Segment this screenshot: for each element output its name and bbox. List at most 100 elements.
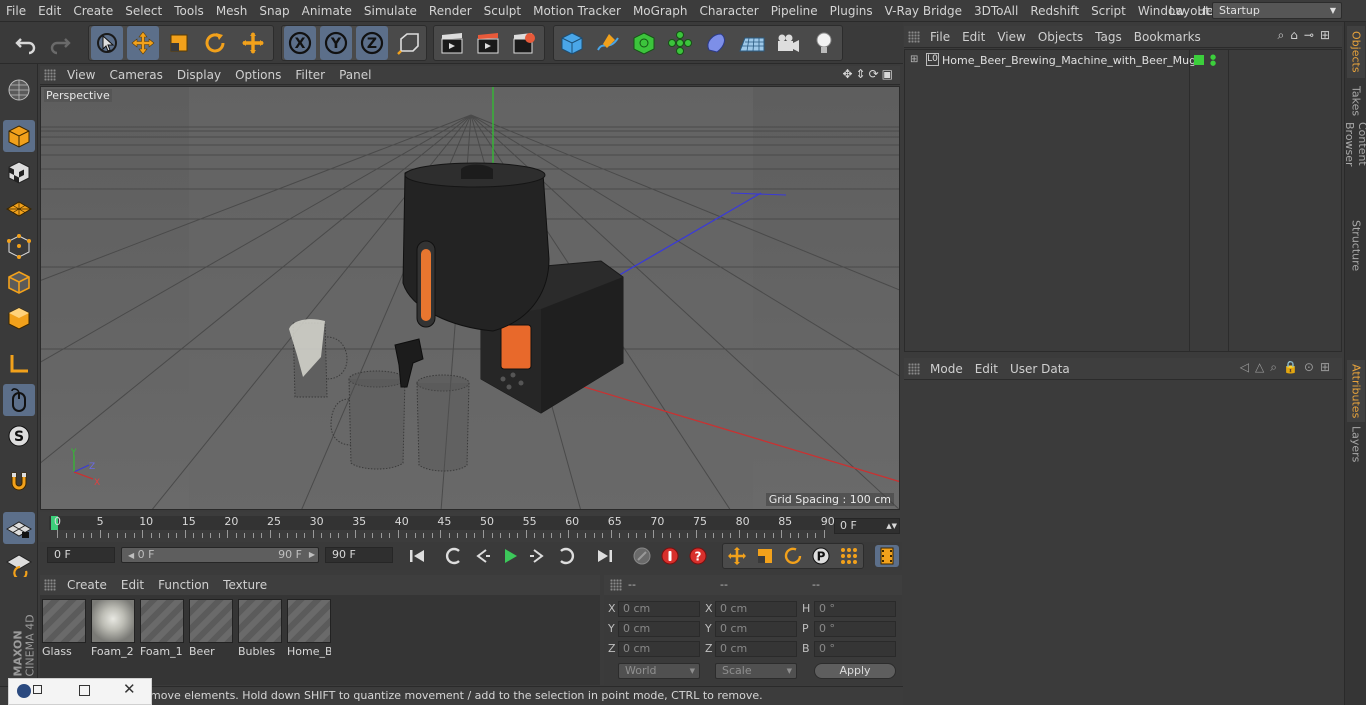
tab-layers[interactable]: Layers [1347,424,1365,464]
material-glass[interactable]: Glass [42,599,86,658]
key-rotation-button[interactable] [781,545,805,567]
tab-attributes[interactable]: Attributes [1347,360,1365,422]
object-manager-nav-icons[interactable]: ⌕⌂⊸⊞ [1278,28,1336,43]
attribute-menu-mode[interactable]: Mode [924,362,969,376]
camera-button[interactable] [772,26,804,60]
material-menu-function[interactable]: Function [151,578,216,592]
end-frame-field[interactable]: 90 F [325,547,393,563]
object-menu-file[interactable]: File [924,30,956,44]
workplane-button[interactable] [3,192,35,224]
floor-button[interactable] [736,26,768,60]
recent-tool-button[interactable] [237,26,269,60]
axis-mode-button[interactable] [3,348,35,380]
scale-mode-select[interactable]: Scale ▼ [715,663,797,679]
menu-snap[interactable]: Snap [253,0,295,22]
menu-animate[interactable]: Animate [296,0,358,22]
attribute-menu-edit[interactable]: Edit [969,362,1004,376]
previous-key-button[interactable] [442,545,466,567]
start-frame-field[interactable]: 0 F [47,547,115,563]
redo-button[interactable] [44,26,76,60]
polygons-mode-button[interactable] [3,302,35,334]
menu-script[interactable]: Script [1085,0,1132,22]
menu-pipeline[interactable]: Pipeline [765,0,824,22]
go-to-end-button[interactable] [593,545,617,567]
menu-simulate[interactable]: Simulate [358,0,423,22]
apply-button[interactable]: Apply [814,663,896,679]
pos-x-field[interactable]: 0 cm [618,601,700,617]
go-to-start-button[interactable] [405,545,429,567]
object-menu-bookmarks[interactable]: Bookmarks [1128,30,1207,44]
render-to-picture-viewer-button[interactable] [472,26,504,60]
menu-character[interactable]: Character [693,0,764,22]
model-mode-button[interactable] [3,120,35,152]
restore-icon[interactable] [33,685,42,694]
tab-objects[interactable]: Objects [1347,26,1365,78]
attribute-nav-icons[interactable]: ◁△⌕🔒⊙⊞ [1240,360,1336,375]
subdivision-surface-button[interactable] [628,26,660,60]
menu-vray-bridge[interactable]: V-Ray Bridge [879,0,968,22]
pos-y-field[interactable]: 0 cm [618,621,700,637]
record-active-button[interactable] [658,545,682,567]
menu-mesh[interactable]: Mesh [210,0,254,22]
menu-select[interactable]: Select [119,0,168,22]
coordinate-space-select[interactable]: World ▼ [618,663,700,679]
viewport-menu-options[interactable]: Options [228,68,288,82]
texture-mode-button[interactable] [3,156,35,188]
next-key-button[interactable] [554,545,578,567]
size-x-field[interactable]: 0 cm [715,601,797,617]
menu-sculpt[interactable]: Sculpt [478,0,527,22]
viewport-menu-filter[interactable]: Filter [288,68,332,82]
auto-key-button[interactable]: ? [686,545,710,567]
y-axis-lock-button[interactable]: Y [320,26,352,60]
previous-frame-button[interactable] [470,545,494,567]
rot-h-field[interactable]: 0 ° [814,601,896,617]
coordinate-system-button[interactable] [393,26,425,60]
object-menu-view[interactable]: View [991,30,1031,44]
menu-file[interactable]: File [0,0,32,22]
enable-snap-button[interactable] [3,466,35,498]
tab-structure[interactable]: Structure [1347,218,1365,274]
edges-mode-button[interactable] [3,266,35,298]
layout-select[interactable]: Startup ▼ [1212,2,1342,19]
spline-pen-button[interactable] [592,26,624,60]
viewport-menu-panel[interactable]: Panel [332,68,378,82]
rot-b-field[interactable]: 0 ° [814,641,896,657]
material-home-b[interactable]: Home_B [287,599,331,658]
menu-motion-tracker[interactable]: Motion Tracker [527,0,627,22]
layer-color-icon[interactable] [1194,55,1204,65]
move-tool-button[interactable] [127,26,159,60]
timeline-window-button[interactable] [875,545,899,567]
menu-edit[interactable]: Edit [32,0,67,22]
size-y-field[interactable]: 0 cm [715,621,797,637]
menu-3dtoall[interactable]: 3DToAll [968,0,1024,22]
menu-create[interactable]: Create [67,0,119,22]
deformer-button[interactable] [700,26,732,60]
render-view-button[interactable] [436,26,468,60]
cloner-button[interactable] [664,26,696,60]
motion-record-button[interactable] [630,545,654,567]
snap-button[interactable]: S [3,420,35,452]
pos-z-field[interactable]: 0 cm [618,641,700,657]
live-select-button[interactable] [91,26,123,60]
expand-icon[interactable]: ⊞ [910,54,918,65]
key-position-button[interactable] [725,545,749,567]
locked-workplane-button[interactable] [3,548,35,580]
scale-tool-button[interactable] [163,26,195,60]
material-menu-edit[interactable]: Edit [114,578,151,592]
object-menu-edit[interactable]: Edit [956,30,991,44]
play-button[interactable] [498,545,522,567]
maximize-icon[interactable] [79,685,90,696]
object-row[interactable]: ⊞ L0 Home_Beer_Brewing_Machine_with_Beer… [905,51,1341,71]
tweak-mode-button[interactable] [3,384,35,416]
attribute-menu-user-data[interactable]: User Data [1004,362,1076,376]
menu-mograph[interactable]: MoGraph [627,0,694,22]
points-mode-button[interactable] [3,230,35,262]
material-foam-2[interactable]: Foam_2 [91,599,135,658]
key-scale-button[interactable] [753,545,777,567]
object-name[interactable]: Home_Beer_Brewing_Machine_with_Beer_Mugs [942,54,1202,67]
workplane-lock-button[interactable] [3,512,35,544]
material-menu-create[interactable]: Create [60,578,114,592]
size-z-field[interactable]: 0 cm [715,641,797,657]
tab-content-browser[interactable]: Content Browser [1343,122,1366,212]
next-frame-button[interactable] [526,545,550,567]
